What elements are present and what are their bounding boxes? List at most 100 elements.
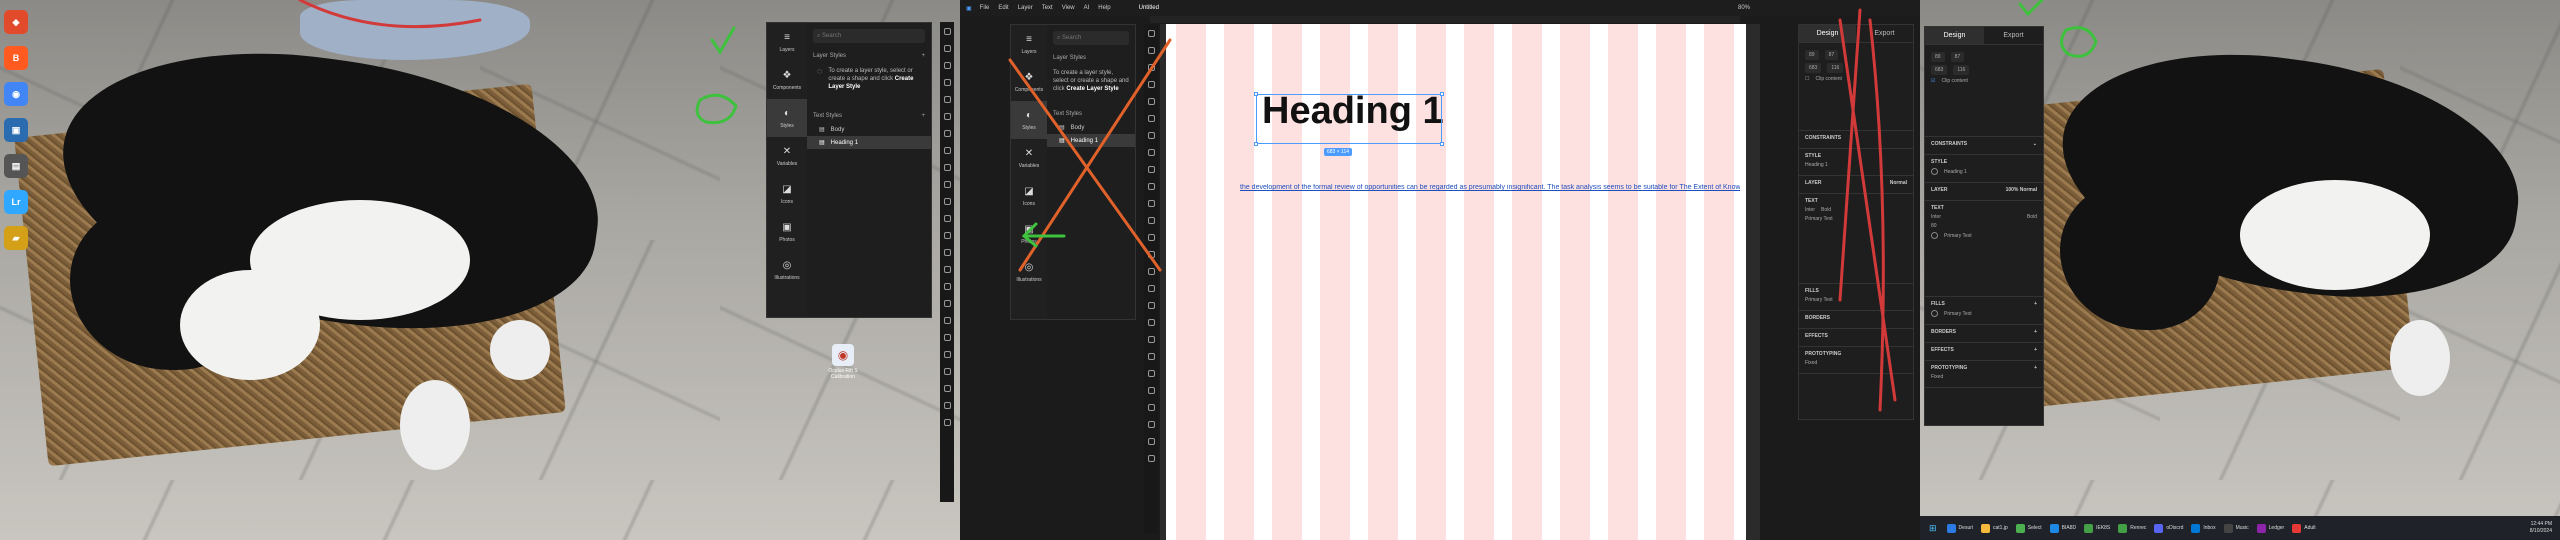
zoom-level[interactable]: 80% (1738, 5, 1750, 11)
x-field[interactable]: 89 (1931, 52, 1945, 62)
taskbar-app[interactable]: oDiscrd (2151, 519, 2186, 537)
add-icon[interactable]: + (2034, 347, 2037, 353)
search-input[interactable]: ⌕ Search (813, 29, 925, 43)
tool-icon[interactable] (943, 96, 951, 103)
w-field[interactable]: 683 (1805, 63, 1822, 73)
nav-item-photos[interactable]: ▣ Photos (767, 213, 807, 251)
tool-icon[interactable] (1147, 251, 1155, 258)
tool-icon[interactable] (943, 113, 951, 120)
nav-item-components[interactable]: ❖ Components (767, 61, 807, 99)
tool-icon[interactable] (1147, 166, 1155, 173)
taskbar-app[interactable]: Adult (2289, 519, 2318, 537)
tool-icon[interactable] (1147, 404, 1155, 411)
nav-item-layers[interactable]: ≡ Layers (1011, 25, 1047, 63)
menu-item-view[interactable]: View (1062, 5, 1075, 11)
constraints-section[interactable]: CONSTRAINTS (1799, 131, 1913, 149)
taskbar-app[interactable]: Select (2013, 519, 2045, 537)
nav-item-components[interactable]: ❖ Components (1011, 63, 1047, 101)
system-clock[interactable]: 12:44 PM 8/10/2024 (2530, 521, 2552, 535)
tool-icon[interactable] (1147, 370, 1155, 377)
add-icon[interactable]: + (921, 113, 925, 119)
text-style-item[interactable]: ▤ Heading 1 (807, 136, 931, 149)
nav-item-layers[interactable]: ≡ Layers (767, 23, 807, 61)
text-style-item[interactable]: ▤ Body (1047, 121, 1135, 134)
menu-item-ai[interactable]: AI (1084, 5, 1090, 11)
nav-item-illustrations[interactable]: ◎ Illustrations (767, 251, 807, 289)
nav-item-variables[interactable]: ✕ Variables (767, 137, 807, 175)
taskbar-app[interactable]: Desuri (1944, 519, 1976, 537)
tool-icon[interactable] (943, 45, 951, 52)
resize-handle[interactable] (1254, 142, 1258, 146)
effects-section[interactable]: EFFECTS (1799, 329, 1913, 347)
doc-title[interactable]: Untitled (1139, 5, 1159, 11)
constraints-section[interactable]: CONSTRAINTS ⌄ (1925, 137, 2043, 155)
add-icon[interactable]: + (2034, 365, 2037, 371)
start-button[interactable]: ⊞ (1926, 519, 1940, 537)
h-field[interactable]: 116 (1827, 63, 1844, 73)
tool-icon[interactable] (1147, 115, 1155, 122)
tool-icon[interactable] (943, 419, 951, 426)
tool-icon[interactable] (1147, 438, 1155, 445)
nav-item-illustrations[interactable]: ◎ Illustrations (1011, 253, 1047, 291)
tool-icon[interactable] (943, 181, 951, 188)
tool-icon[interactable] (1147, 421, 1155, 428)
tab-export[interactable]: Export (1984, 27, 2043, 44)
menu-item-edit[interactable]: Edit (998, 5, 1008, 11)
h-field[interactable]: 116 (1953, 65, 1970, 75)
tool-icon[interactable] (1147, 132, 1155, 139)
desktop-app-icon[interactable]: B (4, 46, 28, 70)
tool-icon[interactable] (1147, 217, 1155, 224)
tool-icon[interactable] (1147, 47, 1155, 54)
tool-icon[interactable] (943, 317, 951, 324)
text-style-item[interactable]: ▤ Body (807, 123, 931, 136)
tool-icon[interactable] (1147, 183, 1155, 190)
taskbar-app[interactable]: Renrec (2115, 519, 2149, 537)
tool-icon[interactable] (943, 266, 951, 273)
tool-icon[interactable] (1147, 336, 1155, 343)
nav-item-photos[interactable]: ▣ Photos (1011, 215, 1047, 253)
taskbar-app[interactable]: Inbox (2188, 519, 2218, 537)
tool-icon[interactable] (943, 164, 951, 171)
tool-icon[interactable] (943, 300, 951, 307)
borders-section[interactable]: BORDERS + (1925, 325, 2043, 343)
x-field[interactable]: 89 (1805, 50, 1819, 60)
menu-item-help[interactable]: Help (1098, 5, 1110, 11)
tool-icon[interactable] (1147, 387, 1155, 394)
tool-icon[interactable] (943, 283, 951, 290)
desktop-app-icon[interactable]: ▣ (4, 118, 28, 142)
tool-icon[interactable] (943, 79, 951, 86)
menu-item-text[interactable]: Text (1042, 5, 1053, 11)
tool-icon[interactable] (1147, 268, 1155, 275)
tool-icon[interactable] (943, 147, 951, 154)
tool-icon[interactable] (1147, 30, 1155, 37)
borders-section[interactable]: BORDERS (1799, 311, 1913, 329)
tab-design[interactable]: Design (1925, 27, 1984, 44)
tool-icon[interactable] (1147, 353, 1155, 360)
add-icon[interactable]: + (2034, 301, 2037, 307)
tool-icon[interactable] (1147, 455, 1155, 462)
tool-icon[interactable] (943, 28, 951, 35)
tool-icon[interactable] (1147, 64, 1155, 71)
y-field[interactable]: 87 (1824, 50, 1839, 60)
tool-icon[interactable] (943, 130, 951, 137)
effects-section[interactable]: EFFECTS + (1925, 343, 2043, 361)
nav-item-styles[interactable]: ◐ Styles (767, 99, 807, 137)
tool-icon[interactable] (943, 368, 951, 375)
desktop-app-icon[interactable]: ▰ (4, 226, 28, 250)
nav-item-icons[interactable]: ◪ Icons (1011, 177, 1047, 215)
taskbar-app[interactable]: Ledger (2254, 519, 2288, 537)
clip-content-checkbox[interactable]: ☐ (1805, 76, 1809, 82)
canvas[interactable]: Heading 1 683 × 114 the development of t… (1160, 24, 1760, 540)
body-text[interactable]: the development of the formal review of … (1240, 184, 1740, 191)
tool-icon[interactable] (943, 334, 951, 341)
tool-icon[interactable] (1147, 98, 1155, 105)
tool-icon[interactable] (1147, 302, 1155, 309)
tool-icon[interactable] (1147, 319, 1155, 326)
desktop-app-icon[interactable]: Lr (4, 190, 28, 214)
tab-export[interactable]: Export (1856, 25, 1913, 42)
desktop-shortcut[interactable]: ◉ Oculus Rift S Calibration (826, 344, 860, 380)
add-icon[interactable]: + (2034, 329, 2037, 335)
taskbar-app[interactable]: cat1.jp (1978, 519, 2011, 537)
resize-handle[interactable] (1440, 92, 1444, 96)
selection-box[interactable] (1256, 94, 1442, 144)
